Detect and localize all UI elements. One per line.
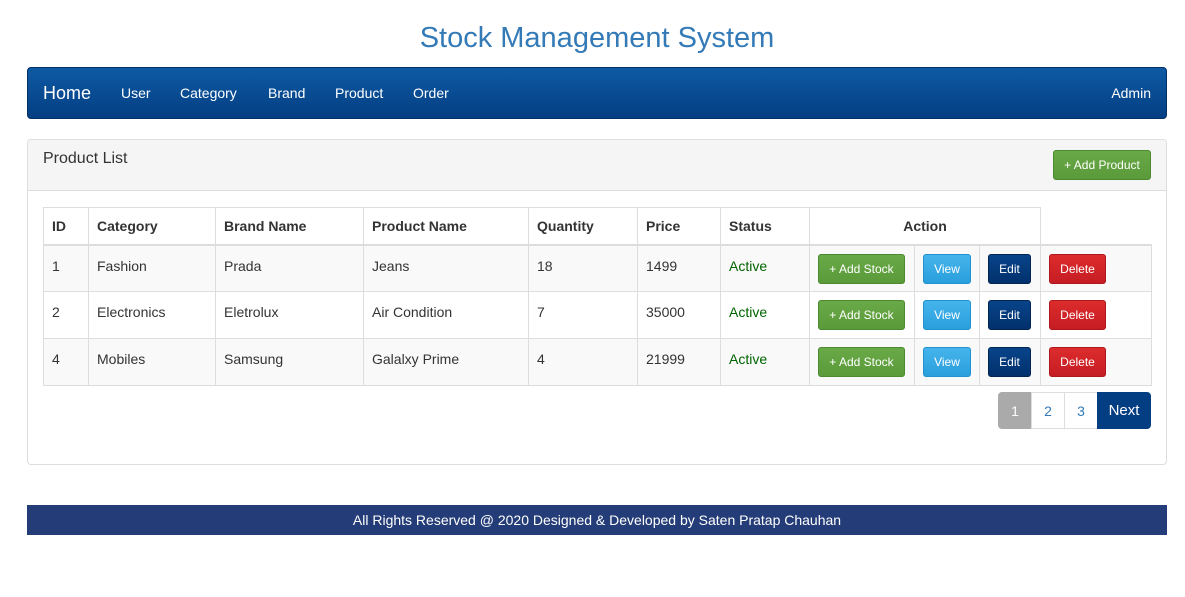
delete-button[interactable]: Delete [1049,300,1106,330]
cell-product: Galalxy Prime [363,338,529,386]
cell-delete: Delete [1040,244,1152,292]
cell-status: Active [720,244,810,292]
cell-edit: Edit [979,338,1041,386]
header-category: Category [88,207,216,246]
product-list-panel: Product List + Add Product ID Category B… [27,139,1167,465]
view-button[interactable]: View [923,253,971,284]
table-row: 4 Mobiles Samsung Galalxy Prime 4 21999 … [43,338,1152,386]
cell-price: 21999 [637,338,721,386]
cell-price: 35000 [637,291,721,339]
cell-brand: Eletrolux [215,291,364,339]
view-button[interactable]: View [923,300,971,330]
cell-id: 2 [43,291,89,339]
edit-button[interactable]: Edit [988,253,1031,284]
table-header-row: ID Category Brand Name Product Name Quan… [43,207,1152,246]
cell-product: Jeans [363,244,529,292]
nav-home-link[interactable]: Home [43,83,91,104]
cell-edit: Edit [979,244,1041,292]
table-row: 2 Electronics Eletrolux Air Condition 7 … [43,291,1152,339]
nav-order-link[interactable]: Order [413,85,449,101]
header-product-name: Product Name [363,207,529,246]
cell-add-stock: + Add Stock [809,244,915,292]
edit-button[interactable]: Edit [988,347,1031,377]
cell-view: View [914,244,980,292]
cell-category: Fashion [88,244,216,292]
nav-user-link[interactable]: User [121,85,151,101]
cell-quantity: 18 [528,244,638,292]
nav-admin-link[interactable]: Admin [1111,85,1151,101]
cell-brand: Prada [215,244,364,292]
cell-id: 4 [43,338,89,386]
cell-quantity: 4 [528,338,638,386]
edit-button[interactable]: Edit [988,300,1031,330]
add-stock-button[interactable]: + Add Stock [818,347,905,377]
cell-add-stock: + Add Stock [809,338,915,386]
navbar: Home User Category Brand Product Order A… [27,67,1167,119]
site-title: Stock Management System [419,22,775,54]
cell-category: Electronics [88,291,216,339]
cell-status: Active [720,338,810,386]
header-action: Action [809,207,1041,246]
product-table: ID Category Brand Name Product Name Quan… [43,207,1152,386]
header-brand-name: Brand Name [215,207,364,246]
cell-delete: Delete [1040,291,1152,339]
header-quantity: Quantity [528,207,638,246]
view-button[interactable]: View [923,347,971,377]
header-empty [1040,207,1152,246]
delete-button[interactable]: Delete [1049,347,1106,377]
cell-delete: Delete [1040,338,1152,386]
page-2-link[interactable]: 2 [1031,392,1065,429]
panel-title: Product List [43,150,128,167]
cell-category: Mobiles [88,338,216,386]
page-3-link[interactable]: 3 [1064,392,1098,429]
cell-status: Active [720,291,810,339]
cell-product: Air Condition [363,291,529,339]
cell-view: View [914,291,980,339]
cell-edit: Edit [979,291,1041,339]
delete-button[interactable]: Delete [1049,253,1106,284]
header-price: Price [637,207,721,246]
page-1-link[interactable]: 1 [998,392,1032,429]
nav-product-link[interactable]: Product [335,85,383,101]
header-status: Status [720,207,810,246]
cell-add-stock: + Add Stock [809,291,915,339]
cell-price: 1499 [637,244,721,292]
cell-brand: Samsung [215,338,364,386]
footer: All Rights Reserved @ 2020 Designed & De… [27,505,1167,535]
header-id: ID [43,207,89,246]
next-page-button[interactable]: Next [1097,392,1151,429]
cell-view: View [914,338,980,386]
nav-brand-link[interactable]: Brand [268,85,305,101]
add-product-button[interactable]: + Add Product [1053,150,1151,180]
nav-category-link[interactable]: Category [180,85,237,101]
pagination: 1 2 3 Next [998,392,1151,429]
table-row: 1 Fashion Prada Jeans 18 1499 Active + A… [43,244,1152,292]
cell-quantity: 7 [528,291,638,339]
add-stock-button[interactable]: + Add Stock [818,300,905,330]
cell-id: 1 [43,244,89,292]
add-stock-button[interactable]: + Add Stock [818,253,905,284]
panel-heading: Product List + Add Product [28,140,1166,191]
